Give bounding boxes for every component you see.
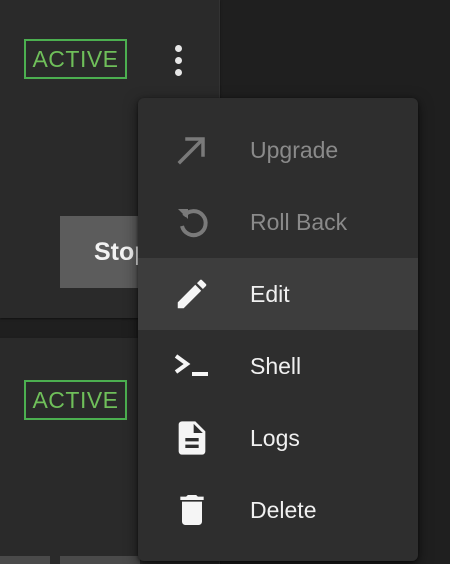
rollback-icon bbox=[172, 204, 212, 240]
app-root: ACTIVE Stop ACTIVE Upgrade Roll Back Edi… bbox=[0, 0, 450, 564]
menu-item-shell[interactable]: Shell bbox=[138, 330, 418, 402]
menu-item-label: Upgrade bbox=[250, 136, 339, 163]
menu-item-delete[interactable]: Delete bbox=[138, 474, 418, 546]
menu-item-roll-back[interactable]: Roll Back bbox=[138, 186, 418, 258]
status-badge: ACTIVE bbox=[24, 39, 127, 79]
menu-item-label: Edit bbox=[250, 280, 290, 307]
status-badge: ACTIVE bbox=[24, 380, 127, 420]
document-icon bbox=[172, 420, 212, 456]
more-options-button[interactable] bbox=[160, 36, 196, 84]
more-vert-icon bbox=[174, 44, 182, 52]
menu-item-label: Logs bbox=[250, 424, 300, 451]
menu-item-label: Delete bbox=[250, 496, 317, 523]
upgrade-arrow-icon bbox=[172, 132, 212, 168]
menu-item-label: Shell bbox=[250, 352, 302, 379]
terminal-icon bbox=[172, 348, 212, 384]
card-button-partial[interactable] bbox=[0, 556, 50, 564]
menu-item-logs[interactable]: Logs bbox=[138, 402, 418, 474]
menu-item-upgrade[interactable]: Upgrade bbox=[138, 114, 418, 186]
card-button-partial[interactable] bbox=[60, 556, 140, 564]
context-menu: Upgrade Roll Back Edit Shell Logs Delete bbox=[138, 98, 418, 561]
pencil-icon bbox=[172, 276, 212, 312]
menu-item-edit[interactable]: Edit bbox=[138, 258, 418, 330]
trash-icon bbox=[172, 492, 212, 528]
menu-item-label: Roll Back bbox=[250, 208, 348, 235]
